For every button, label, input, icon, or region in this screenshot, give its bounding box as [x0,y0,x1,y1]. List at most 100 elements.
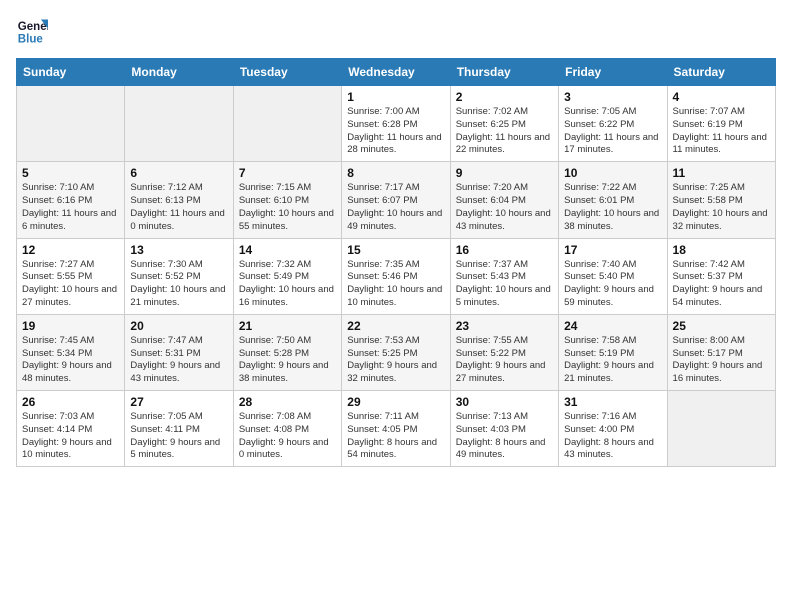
day-info: Sunrise: 7:08 AMSunset: 4:08 PMDaylight:… [239,411,336,462]
daylight-text: Daylight: 11 hours and 0 minutes. [130,208,227,234]
sunset-text: Sunset: 5:52 PM [130,271,227,284]
day-number: 14 [239,243,336,257]
day-info: Sunrise: 7:45 AMSunset: 5:34 PMDaylight:… [22,335,119,386]
day-number: 20 [130,319,227,333]
day-info: Sunrise: 7:07 AMSunset: 6:19 PMDaylight:… [673,106,770,157]
sunrise-text: Sunrise: 7:35 AM [347,259,444,272]
sunset-text: Sunset: 5:17 PM [673,348,770,361]
sunset-text: Sunset: 5:31 PM [130,348,227,361]
daylight-text: Daylight: 10 hours and 5 minutes. [456,284,553,310]
svg-text:Blue: Blue [18,34,44,46]
sunrise-text: Sunrise: 7:25 AM [673,182,770,195]
daylight-text: Daylight: 10 hours and 32 minutes. [673,208,770,234]
sunset-text: Sunset: 5:19 PM [564,348,661,361]
weekday-header-saturday: Saturday [667,59,775,86]
sunset-text: Sunset: 6:13 PM [130,195,227,208]
day-number: 7 [239,166,336,180]
day-number: 16 [456,243,553,257]
day-number: 29 [347,395,444,409]
sunset-text: Sunset: 6:16 PM [22,195,119,208]
calendar-week-row: 26Sunrise: 7:03 AMSunset: 4:14 PMDayligh… [17,391,776,467]
day-number: 10 [564,166,661,180]
sunset-text: Sunset: 6:10 PM [239,195,336,208]
day-info: Sunrise: 7:53 AMSunset: 5:25 PMDaylight:… [347,335,444,386]
weekday-header-wednesday: Wednesday [342,59,450,86]
day-number: 27 [130,395,227,409]
day-info: Sunrise: 7:11 AMSunset: 4:05 PMDaylight:… [347,411,444,462]
sunrise-text: Sunrise: 7:17 AM [347,182,444,195]
daylight-text: Daylight: 10 hours and 55 minutes. [239,208,336,234]
day-info: Sunrise: 7:25 AMSunset: 5:58 PMDaylight:… [673,182,770,233]
daylight-text: Daylight: 9 hours and 0 minutes. [239,437,336,463]
calendar-week-row: 19Sunrise: 7:45 AMSunset: 5:34 PMDayligh… [17,314,776,390]
sunset-text: Sunset: 5:25 PM [347,348,444,361]
daylight-text: Daylight: 8 hours and 43 minutes. [564,437,661,463]
daylight-text: Daylight: 9 hours and 32 minutes. [347,360,444,386]
day-info: Sunrise: 7:37 AMSunset: 5:43 PMDaylight:… [456,259,553,310]
sunrise-text: Sunrise: 7:22 AM [564,182,661,195]
calendar-cell: 10Sunrise: 7:22 AMSunset: 6:01 PMDayligh… [559,162,667,238]
weekday-header-friday: Friday [559,59,667,86]
day-number: 15 [347,243,444,257]
day-number: 12 [22,243,119,257]
sunset-text: Sunset: 6:19 PM [673,119,770,132]
day-info: Sunrise: 7:50 AMSunset: 5:28 PMDaylight:… [239,335,336,386]
sunset-text: Sunset: 5:37 PM [673,271,770,284]
daylight-text: Daylight: 9 hours and 27 minutes. [456,360,553,386]
sunrise-text: Sunrise: 7:47 AM [130,335,227,348]
day-info: Sunrise: 7:27 AMSunset: 5:55 PMDaylight:… [22,259,119,310]
day-info: Sunrise: 7:00 AMSunset: 6:28 PMDaylight:… [347,106,444,157]
day-number: 17 [564,243,661,257]
day-number: 5 [22,166,119,180]
sunrise-text: Sunrise: 7:10 AM [22,182,119,195]
day-number: 3 [564,90,661,104]
day-info: Sunrise: 7:20 AMSunset: 6:04 PMDaylight:… [456,182,553,233]
weekday-header-thursday: Thursday [450,59,558,86]
calendar-cell: 5 Sunrise: 7:10 AMSunset: 6:16 PMDaylight… [17,162,125,238]
sunrise-text: Sunrise: 7:20 AM [456,182,553,195]
sunrise-text: Sunrise: 7:08 AM [239,411,336,424]
sunrise-text: Sunrise: 7:07 AM [673,106,770,119]
weekday-header-tuesday: Tuesday [233,59,341,86]
calendar-cell: 25Sunrise: 8:00 AMSunset: 5:17 PMDayligh… [667,314,775,390]
daylight-text: Daylight: 11 hours and 6 minutes. [22,208,119,234]
daylight-text: Daylight: 8 hours and 54 minutes. [347,437,444,463]
sunrise-text: Sunrise: 7:42 AM [673,259,770,272]
calendar-cell: 3Sunrise: 7:05 AMSunset: 6:22 PMDaylight… [559,86,667,162]
daylight-text: Daylight: 10 hours and 38 minutes. [564,208,661,234]
daylight-text: Daylight: 10 hours and 16 minutes. [239,284,336,310]
sunrise-text: Sunrise: 7:12 AM [130,182,227,195]
sunrise-text: Sunrise: 7:55 AM [456,335,553,348]
calendar-cell: 15Sunrise: 7:35 AMSunset: 5:46 PMDayligh… [342,238,450,314]
sunrise-text: Sunrise: 7:05 AM [564,106,661,119]
sunrise-text: Sunrise: 7:00 AM [347,106,444,119]
calendar-cell: 13Sunrise: 7:30 AMSunset: 5:52 PMDayligh… [125,238,233,314]
sunset-text: Sunset: 5:49 PM [239,271,336,284]
sunrise-text: Sunrise: 7:27 AM [22,259,119,272]
day-number: 11 [673,166,770,180]
header: General Blue [16,16,776,48]
logo-icon: General Blue [16,16,48,48]
daylight-text: Daylight: 9 hours and 48 minutes. [22,360,119,386]
day-info: Sunrise: 7:03 AMSunset: 4:14 PMDaylight:… [22,411,119,462]
calendar-cell: 31Sunrise: 7:16 AMSunset: 4:00 PMDayligh… [559,391,667,467]
calendar-cell: 17Sunrise: 7:40 AMSunset: 5:40 PMDayligh… [559,238,667,314]
sunset-text: Sunset: 5:43 PM [456,271,553,284]
sunset-text: Sunset: 4:08 PM [239,424,336,437]
daylight-text: Daylight: 10 hours and 43 minutes. [456,208,553,234]
calendar-cell: 26Sunrise: 7:03 AMSunset: 4:14 PMDayligh… [17,391,125,467]
calendar-cell: 30Sunrise: 7:13 AMSunset: 4:03 PMDayligh… [450,391,558,467]
sunset-text: Sunset: 6:22 PM [564,119,661,132]
day-number: 23 [456,319,553,333]
calendar-cell: 18Sunrise: 7:42 AMSunset: 5:37 PMDayligh… [667,238,775,314]
sunrise-text: Sunrise: 7:11 AM [347,411,444,424]
sunset-text: Sunset: 4:11 PM [130,424,227,437]
daylight-text: Daylight: 9 hours and 16 minutes. [673,360,770,386]
svg-text:General: General [18,21,48,33]
day-number: 9 [456,166,553,180]
day-number: 28 [239,395,336,409]
calendar-cell: 22Sunrise: 7:53 AMSunset: 5:25 PMDayligh… [342,314,450,390]
calendar: SundayMondayTuesdayWednesdayThursdayFrid… [16,58,776,467]
sunset-text: Sunset: 6:25 PM [456,119,553,132]
day-info: Sunrise: 7:32 AMSunset: 5:49 PMDaylight:… [239,259,336,310]
